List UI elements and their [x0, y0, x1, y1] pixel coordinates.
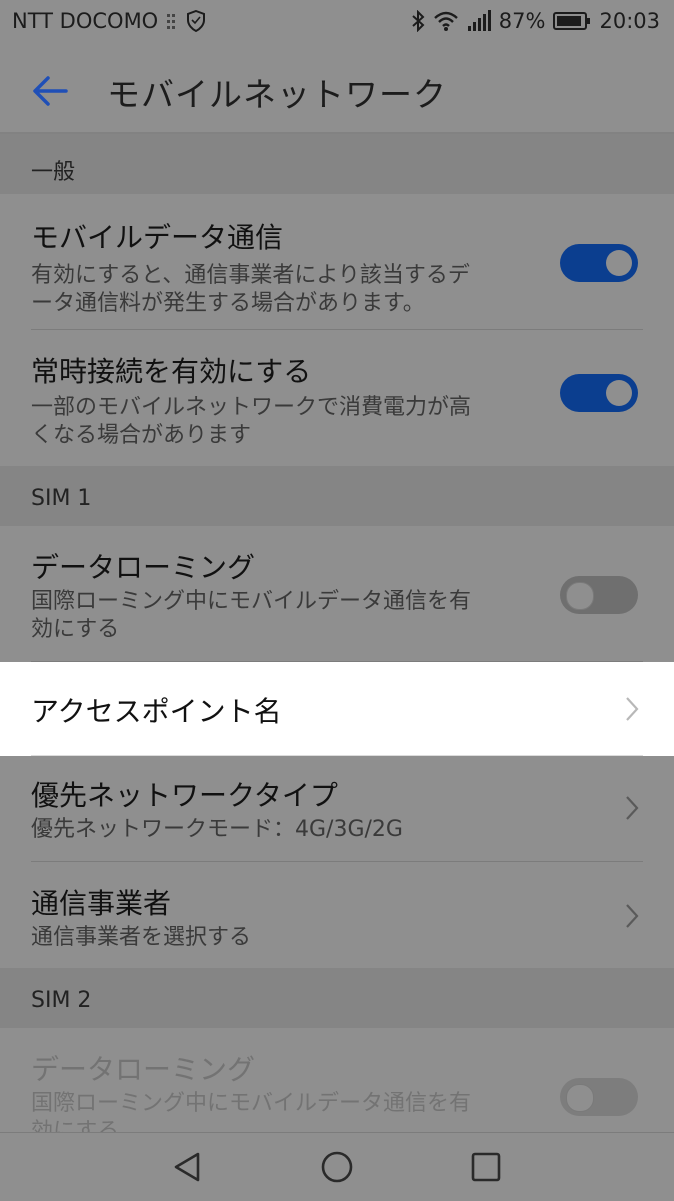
row-subtitle-1: 国際ローミング中にモバイルデータ通信を有 — [31, 589, 472, 614]
row-subtitle-1: 一部のモバイルネットワークで消費電力が高 — [31, 395, 472, 420]
section-header-general: 一般 — [0, 134, 674, 194]
battery-percent: 87% — [498, 9, 546, 33]
row-title: 優先ネットワークタイプ — [31, 779, 338, 812]
nav-recents-button[interactable] — [466, 1147, 506, 1187]
toggle-knob — [566, 1084, 594, 1112]
section-label: SIM 1 — [31, 486, 92, 511]
wifi-icon — [433, 10, 459, 32]
page-title: モバイルネットワーク — [107, 75, 447, 114]
toggle-knob — [566, 582, 594, 610]
chevron-right-icon — [626, 796, 639, 820]
settings-list: 一般 モバイルデータ通信 有効にすると、通信事業者により該当するデ ータ通信料が… — [0, 134, 674, 1144]
row-subtitle: 通信事業者を選択する — [31, 925, 252, 950]
home-circle-icon — [321, 1151, 353, 1183]
always-on-toggle[interactable] — [560, 374, 638, 412]
row-subtitle: 優先ネットワークモード：4G/3G/2G — [31, 817, 403, 842]
status-bar: NTT DOCOMO 87% 20:03 — [0, 0, 674, 48]
navigation-bar — [0, 1132, 674, 1201]
back-triangle-icon — [174, 1152, 200, 1182]
chevron-right-icon — [626, 697, 639, 721]
row-carrier[interactable]: 通信事業者 通信事業者を選択する — [0, 862, 674, 968]
section-header-sim1: SIM 1 — [0, 466, 674, 526]
chevron-right-icon — [626, 904, 639, 928]
arrow-left-icon — [33, 76, 68, 106]
section-label: 一般 — [31, 160, 76, 185]
row-title: 常時接続を有効にする — [31, 355, 312, 388]
row-subtitle-2: ータ通信料が発生する場合があります。 — [31, 291, 425, 316]
sim-icon — [166, 12, 178, 30]
row-data-roaming-sim2: データローミング 国際ローミング中にモバイルデータ通信を有 効にする — [0, 1028, 674, 1144]
row-title: 通信事業者 — [31, 887, 172, 920]
bluetooth-icon — [411, 10, 425, 32]
row-mobile-data[interactable]: モバイルデータ通信 有効にすると、通信事業者により該当するデ ータ通信料が発生す… — [0, 194, 674, 330]
row-title: データローミング — [31, 1053, 256, 1086]
row-subtitle-1: 国際ローミング中にモバイルデータ通信を有 — [31, 1091, 472, 1116]
mobile-data-toggle[interactable] — [560, 244, 638, 282]
row-data-roaming-sim1[interactable]: データローミング 国際ローミング中にモバイルデータ通信を有 効にする — [0, 526, 674, 662]
app-bar: モバイルネットワーク — [0, 48, 674, 134]
nav-home-button[interactable] — [317, 1147, 357, 1187]
row-subtitle-2: くなる場合があります — [31, 423, 252, 448]
toggle-knob — [606, 380, 632, 406]
status-left: NTT DOCOMO — [12, 9, 206, 33]
row-subtitle-2: 効にする — [31, 617, 120, 642]
recents-square-icon — [471, 1152, 501, 1182]
nav-back-button[interactable] — [168, 1147, 208, 1187]
section-label: SIM 2 — [31, 988, 92, 1013]
shield-icon — [186, 10, 206, 32]
row-preferred-network-type[interactable]: 優先ネットワークタイプ 優先ネットワークモード：4G/3G/2G — [0, 756, 674, 862]
carrier-name: NTT DOCOMO — [12, 9, 159, 33]
section-header-sim2: SIM 2 — [0, 968, 674, 1028]
signal-icon — [467, 10, 491, 32]
row-title: アクセスポイント名 — [31, 695, 282, 728]
row-subtitle-1: 有効にすると、通信事業者により該当するデ — [31, 263, 470, 288]
toggle-knob — [606, 250, 632, 276]
status-right: 87% 20:03 — [411, 9, 660, 33]
row-always-on[interactable]: 常時接続を有効にする 一部のモバイルネットワークで消費電力が高 くなる場合があり… — [0, 330, 674, 466]
data-roaming-toggle[interactable] — [560, 576, 638, 614]
data-roaming-sim2-toggle — [560, 1078, 638, 1116]
row-access-point-names[interactable]: アクセスポイント名 — [0, 662, 674, 756]
back-button[interactable] — [26, 68, 76, 114]
row-title: データローミング — [31, 551, 256, 584]
row-title: モバイルデータ通信 — [31, 221, 284, 254]
battery-icon — [553, 11, 591, 31]
clock: 20:03 — [599, 9, 660, 33]
